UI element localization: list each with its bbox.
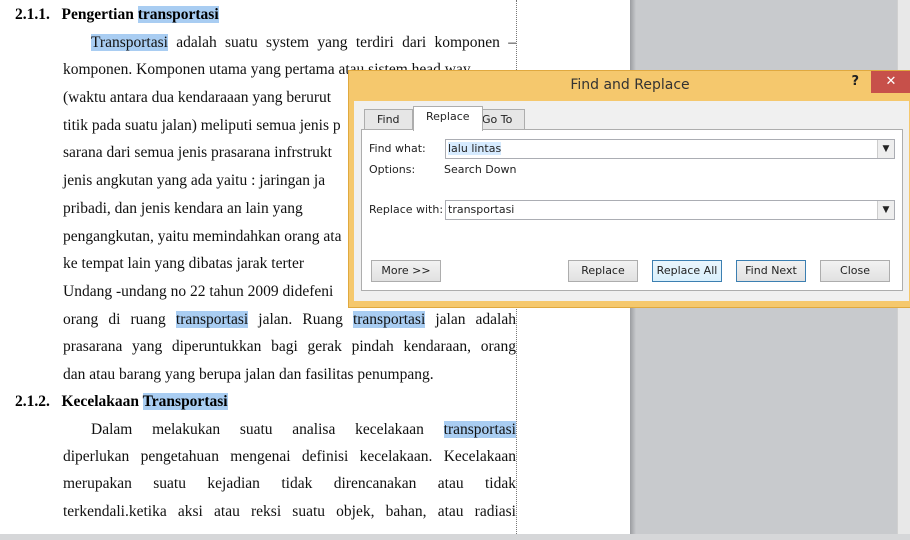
more-button[interactable]: More >>	[371, 260, 441, 282]
tab-replace[interactable]: Replace	[413, 106, 483, 131]
help-button[interactable]: ?	[851, 74, 859, 89]
chevron-down-icon[interactable]: ▼	[877, 201, 894, 219]
find-what-label: Find what:	[369, 142, 426, 155]
paragraph-line: merupakan suatu kejadian tidak direncana…	[63, 475, 516, 492]
paragraph-line: Transportasi adalah suatu system yang te…	[91, 34, 516, 51]
find-replace-dialog[interactable]: Find and Replace ? ✕ Find Replace Go To …	[348, 70, 910, 308]
find-next-button[interactable]: Find Next	[736, 260, 806, 282]
replace-with-input[interactable]: transportasi ▼	[445, 200, 895, 220]
paragraph-line: Dalam melakukan suatu analisa kecelakaan…	[91, 421, 516, 438]
paragraph-line: prasarana yang diperuntukkan bagi gerak …	[63, 338, 516, 355]
options-label: Options:	[369, 163, 416, 176]
heading-2-1-2: 2.1.2. Kecelakaan Transportasi	[15, 393, 228, 410]
chevron-down-icon[interactable]: ▼	[877, 140, 894, 158]
paragraph-line: diperlukan pengetahuan mengenai definisi…	[63, 448, 516, 465]
replace-all-button[interactable]: Replace All	[652, 260, 722, 282]
dialog-title: Find and Replace	[570, 77, 690, 93]
status-bar	[0, 534, 910, 540]
replace-button[interactable]: Replace	[568, 260, 638, 282]
find-what-input[interactable]: lalu lintas ▼	[445, 139, 895, 159]
options-value: Search Down	[444, 163, 517, 176]
paragraph-line: orang di ruang transportasi jalan. Ruang…	[63, 311, 516, 328]
heading-2-1-1: 2.1.1. Pengertian transportasi	[15, 6, 219, 23]
paragraph-line: dan atau barang yang berupa jalan dan fa…	[63, 366, 434, 383]
close-icon[interactable]: ✕	[871, 71, 910, 93]
close-button[interactable]: Close	[820, 260, 890, 282]
tab-find[interactable]: Find	[364, 109, 413, 130]
replace-with-label: Replace with:	[369, 203, 444, 216]
paragraph-line: terkendali.ketika aksi atau reksi suatu …	[63, 503, 516, 520]
